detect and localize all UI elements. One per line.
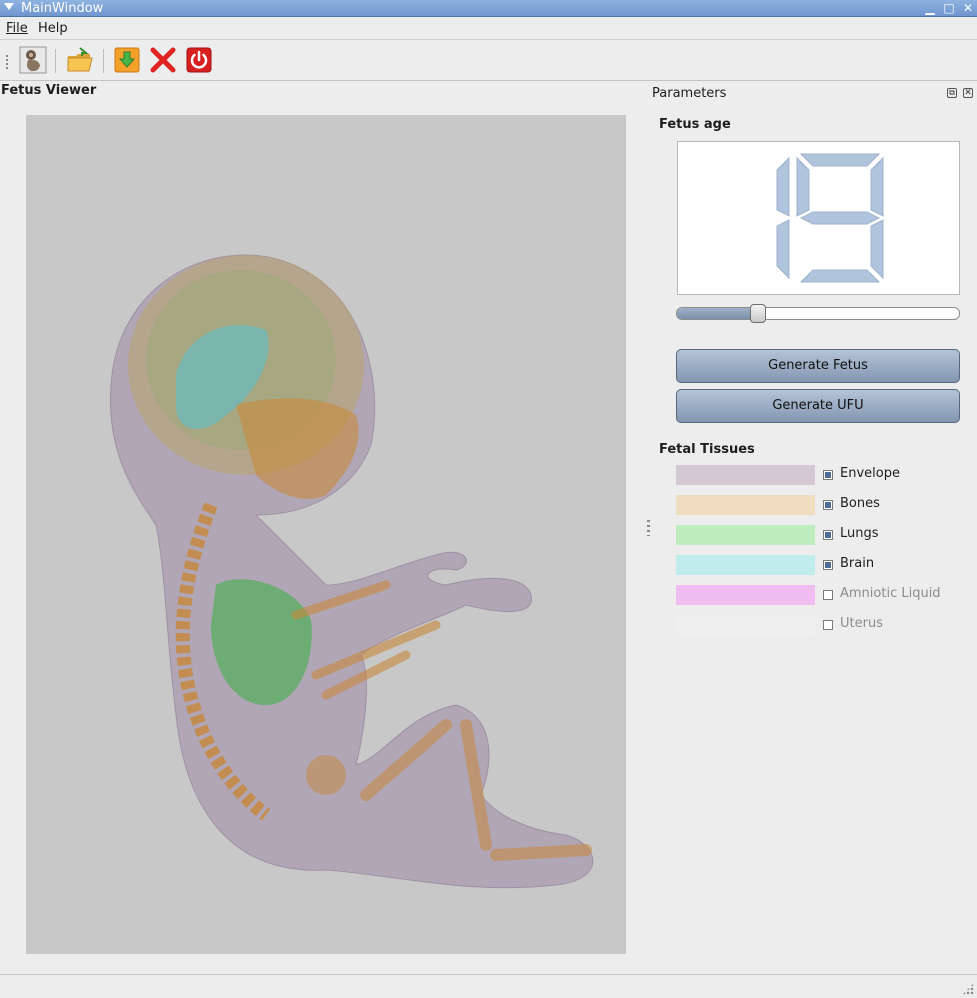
tissue-label[interactable]: Uterus (840, 616, 883, 631)
tissue-label[interactable]: Bones (840, 496, 880, 511)
fetal-tissues-label: Fetal Tissues (659, 442, 755, 457)
fetus-age-value: 19 (678, 142, 680, 143)
lcd-segment (776, 219, 790, 280)
tissue-row-envelope: Envelope (676, 465, 966, 485)
menu-help-label: Help (38, 21, 68, 36)
maximize-icon[interactable]: □ (942, 1, 956, 15)
generate-ufu-button[interactable]: Generate UFU (676, 389, 960, 423)
tissue-checkbox[interactable] (823, 590, 833, 600)
toolbar (0, 41, 977, 81)
tissue-color-swatch[interactable] (676, 615, 815, 635)
lcd-segment (799, 211, 881, 225)
tissue-row-bones: Bones (676, 495, 966, 515)
resize-grip[interactable] (962, 983, 974, 995)
fetus-age-slider[interactable] (676, 304, 960, 323)
tissue-checkbox[interactable] (823, 560, 833, 570)
slider-handle[interactable] (750, 304, 767, 323)
tissue-color-swatch[interactable] (676, 555, 815, 575)
tissue-color-swatch[interactable] (676, 465, 815, 485)
splitter-handle[interactable] (647, 520, 650, 536)
menu-bar: File Help (0, 18, 977, 40)
minimize-icon[interactable]: ▁ (923, 1, 937, 15)
lcd-segment (870, 219, 884, 280)
menu-help[interactable]: Help (38, 21, 68, 36)
title-bar: MainWindow ▁ □ ✕ (0, 0, 977, 17)
toolbar-separator (55, 49, 56, 73)
lcd-segment (799, 269, 881, 283)
fetus-icon[interactable] (19, 46, 47, 74)
fetus-3d-viewport[interactable] (26, 115, 626, 954)
tissue-color-swatch[interactable] (676, 525, 815, 545)
slider-fill (677, 308, 760, 319)
window-title: MainWindow (21, 1, 104, 16)
close-window-icon[interactable]: ✕ (961, 1, 975, 15)
delete-icon[interactable] (149, 46, 177, 74)
lcd-segment (799, 153, 881, 167)
tissue-label[interactable]: Envelope (840, 466, 900, 481)
tissue-row-brain: Brain (676, 555, 966, 575)
lcd-segment (870, 156, 884, 217)
open-folder-icon[interactable] (66, 46, 94, 74)
tissue-checkbox[interactable] (823, 620, 833, 630)
menu-file[interactable]: File (6, 21, 28, 36)
tissue-label[interactable]: Lungs (840, 526, 879, 541)
tissue-color-swatch[interactable] (676, 495, 815, 515)
power-icon[interactable] (185, 46, 213, 74)
window-menu-icon[interactable] (4, 3, 14, 10)
tissue-color-swatch[interactable] (676, 585, 815, 605)
tissue-checkbox[interactable] (823, 530, 833, 540)
tissue-row-uterus: Uterus (676, 615, 966, 635)
lcd-segment (776, 156, 790, 217)
viewer-title: Fetus Viewer (1, 83, 97, 98)
slider-track[interactable] (676, 307, 960, 320)
tissue-row-amniotic-liquid: Amniotic Liquid (676, 585, 966, 605)
lcd-digits: 19 (678, 142, 884, 283)
tissue-checkbox[interactable] (823, 470, 833, 480)
fetus-age-label: Fetus age (659, 117, 731, 132)
tissue-checkbox[interactable] (823, 500, 833, 510)
tissue-row-lungs: Lungs (676, 525, 966, 545)
lcd-segment (796, 156, 810, 217)
dock-float-icon[interactable]: ⧉ (947, 88, 957, 98)
tissue-label[interactable]: Amniotic Liquid (840, 586, 941, 601)
toolbar-grip[interactable] (6, 55, 8, 69)
menu-file-label: File (6, 21, 28, 36)
dock-close-icon[interactable]: ✕ (963, 88, 973, 98)
status-bar (0, 974, 977, 998)
generate-fetus-button[interactable]: Generate Fetus (676, 349, 960, 383)
fetus-age-lcd: 19 (677, 141, 960, 295)
toolbar-separator (103, 49, 104, 73)
tissue-label[interactable]: Brain (840, 556, 874, 571)
download-icon[interactable] (113, 46, 141, 74)
parameters-dock-title: Parameters (652, 86, 727, 101)
